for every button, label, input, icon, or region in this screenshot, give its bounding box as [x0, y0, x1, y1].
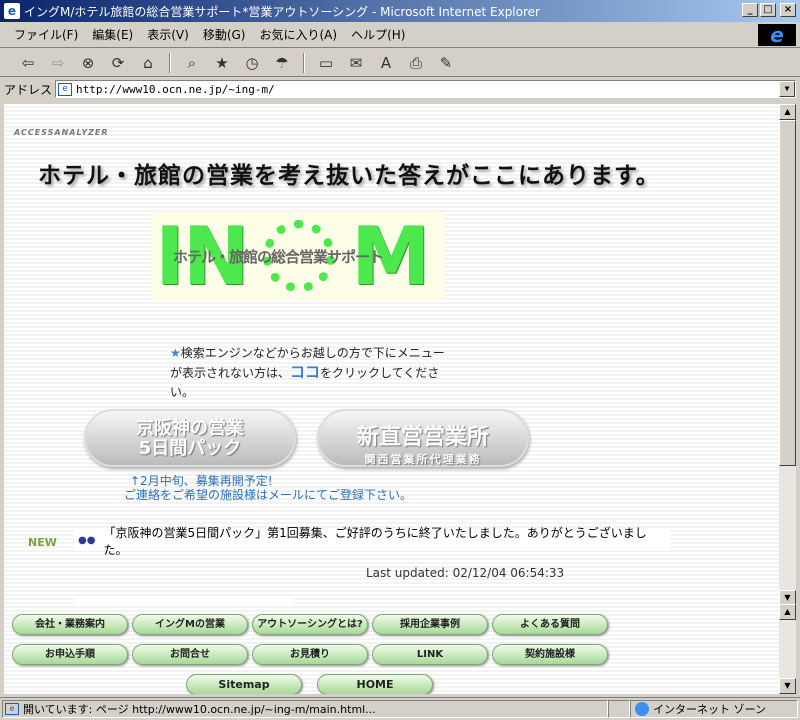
- toolbar-separator: [169, 52, 171, 73]
- menu-edit[interactable]: 編集(E): [92, 26, 133, 43]
- title-bar: e イングM/ホテル旅館の総合営業サポート*営業アウトソーシング - Micro…: [0, 0, 800, 22]
- fullscreen-icon[interactable]: ▭: [314, 52, 338, 74]
- back-icon[interactable]: ⇦: [16, 52, 40, 74]
- recruit-line2: ご連絡をご希望の施設様はメールにてご登録下さい。: [124, 488, 413, 502]
- toolbar-separator: [303, 52, 305, 73]
- vertical-scrollbar[interactable]: ▲ ▼ ▲ ▼: [779, 104, 796, 694]
- last-updated: Last updated: 02/12/04 06:54:33: [366, 566, 565, 580]
- new-badge: NEW: [28, 536, 57, 549]
- inner-scroll-down-icon[interactable]: ▼: [779, 678, 796, 694]
- ing-m-logo: IN M ホテル・旅館の総合営業サポート: [151, 210, 445, 303]
- status-text: 開いています: ページ http://www10.ocn.ne.jp/~ing-…: [23, 703, 376, 716]
- logo-subtitle: ホテル・旅館の総合営業サポート: [173, 248, 384, 266]
- font-icon[interactable]: A: [374, 52, 398, 74]
- menu-help[interactable]: ヘルプ(H): [351, 26, 405, 43]
- status-bar: e 開いています: ページ http://www10.ocn.ne.jp/~in…: [0, 697, 800, 720]
- direct-office-button[interactable]: 新直営営業所 関西営業所代理業務: [317, 409, 529, 467]
- star-icon: ★: [170, 346, 181, 360]
- toolbar: ⇦ ⇨ ⊗ ⟳ ⌂ ⌕ ★ ◷ ☂ ▭ ✉ A ⎙ ✎: [0, 49, 800, 77]
- address-url: http://www10.ocn.ne.jp/~ing-m/: [76, 82, 275, 96]
- favorites-icon[interactable]: ★: [210, 52, 234, 74]
- zone-text: インターネット ゾーン: [653, 703, 766, 716]
- keihanshin-pack-button[interactable]: 京阪神の営業 5日間パック: [84, 409, 296, 467]
- here-link[interactable]: ココ: [290, 363, 320, 381]
- nav-ingm-sales[interactable]: イングMの営業: [132, 614, 248, 635]
- scroll-up-icon[interactable]: ▲: [779, 104, 796, 120]
- pill1-line1: 京阪神の営業: [136, 418, 244, 439]
- nav-home[interactable]: HOME: [317, 674, 433, 694]
- minimize-button[interactable]: _: [742, 3, 758, 17]
- news-item: ●● 「京阪神の営業5日間パック」第1回募集、ご好評のうちに終了いたしました。あ…: [74, 526, 670, 557]
- pill2-line1: 新直営営業所: [356, 425, 489, 450]
- page-icon: e: [58, 82, 73, 96]
- forward-icon[interactable]: ⇨: [46, 52, 70, 74]
- divider: [74, 598, 294, 604]
- nav-apply[interactable]: お申込手順: [12, 644, 128, 665]
- pill1-line2: 5日間パック: [138, 438, 242, 459]
- stop-icon[interactable]: ⊗: [76, 52, 100, 74]
- status-empty-panel: [608, 700, 630, 718]
- page-headline: ホテル・旅館の営業を考え抜いた答えがここにあります。: [38, 162, 660, 189]
- address-label: アドレス: [4, 82, 53, 97]
- menu-go[interactable]: 移動(G): [203, 26, 246, 43]
- page-loading-icon: e: [5, 703, 19, 715]
- menu-favorites[interactable]: お気に入り(A): [259, 26, 337, 43]
- bullet-dots-icon: ●●: [78, 535, 96, 546]
- menu-view[interactable]: 表示(V): [147, 26, 189, 43]
- page-viewport: ACCESSANALYZER ホテル・旅館の営業を考え抜いた答えがここにあります…: [4, 104, 779, 694]
- internet-zone-icon: [635, 702, 649, 716]
- nav-estimate[interactable]: お見積り: [252, 644, 368, 665]
- history-icon[interactable]: ◷: [240, 52, 264, 74]
- edit-icon[interactable]: ✎: [434, 52, 458, 74]
- nav-company[interactable]: 会社・業務案内: [12, 614, 128, 635]
- ie-logo-icon: e: [758, 24, 796, 46]
- maximize-button[interactable]: □: [760, 3, 776, 17]
- recruit-line1: ↑2月中旬、募集再開予定!: [130, 474, 273, 488]
- access-analyzer-logo[interactable]: ACCESSANALYZER: [14, 128, 109, 137]
- channels-icon[interactable]: ☂: [270, 52, 294, 74]
- menu-file[interactable]: ファイル(F): [14, 26, 78, 43]
- ie-window-icon: e: [4, 3, 20, 19]
- inner-scroll-up-icon[interactable]: ▲: [779, 604, 796, 620]
- nav-contact[interactable]: お問合せ: [132, 644, 248, 665]
- zone-panel: インターネット ゾーン: [630, 700, 798, 718]
- scroll-thumb[interactable]: [779, 120, 796, 466]
- close-button[interactable]: ×: [780, 3, 796, 17]
- nav-sitemap[interactable]: Sitemap: [186, 674, 302, 694]
- nav-outsourcing[interactable]: アウトソーシングとは?: [252, 614, 368, 635]
- recruit-notice: ↑2月中旬、募集再開予定! ご連絡をご希望の施設様はメールにてご登録下さい。: [124, 474, 412, 502]
- menu-notice: ★検索エンジンなどからお越しの方で下にメニューが表示されない方は、ココをクリック…: [170, 344, 446, 402]
- status-text-panel: e 開いています: ページ http://www10.ocn.ne.jp/~in…: [2, 700, 608, 718]
- address-bar: アドレス e http://www10.ocn.ne.jp/~ing-m/ ▼: [0, 78, 800, 100]
- print-icon[interactable]: ⎙: [404, 52, 428, 74]
- menu-bar: ファイル(F) 編集(E) 表示(V) 移動(G) お気に入り(A) ヘルプ(H…: [0, 22, 800, 48]
- mail-icon[interactable]: ✉: [344, 52, 368, 74]
- address-dropdown-icon[interactable]: ▼: [779, 81, 795, 97]
- nav-cases[interactable]: 採用企業事例: [372, 614, 488, 635]
- nav-link[interactable]: LINK: [372, 644, 488, 665]
- nav-faq[interactable]: よくある質問: [492, 614, 608, 635]
- refresh-icon[interactable]: ⟳: [106, 52, 130, 74]
- address-input[interactable]: e http://www10.ocn.ne.jp/~ing-m/ ▼: [55, 80, 796, 98]
- window-title: イングM/ホテル旅館の総合営業サポート*営業アウトソーシング - Microso…: [24, 4, 540, 19]
- nav-facilities[interactable]: 契約施設様: [492, 644, 608, 665]
- news-text: 「京阪神の営業5日間パック」第1回募集、ご好評のうちに終了いたしました。ありがと…: [103, 525, 647, 557]
- search-icon[interactable]: ⌕: [180, 52, 204, 74]
- home-icon[interactable]: ⌂: [136, 52, 160, 74]
- pill2-line2: 関西営業所代理業務: [364, 453, 482, 466]
